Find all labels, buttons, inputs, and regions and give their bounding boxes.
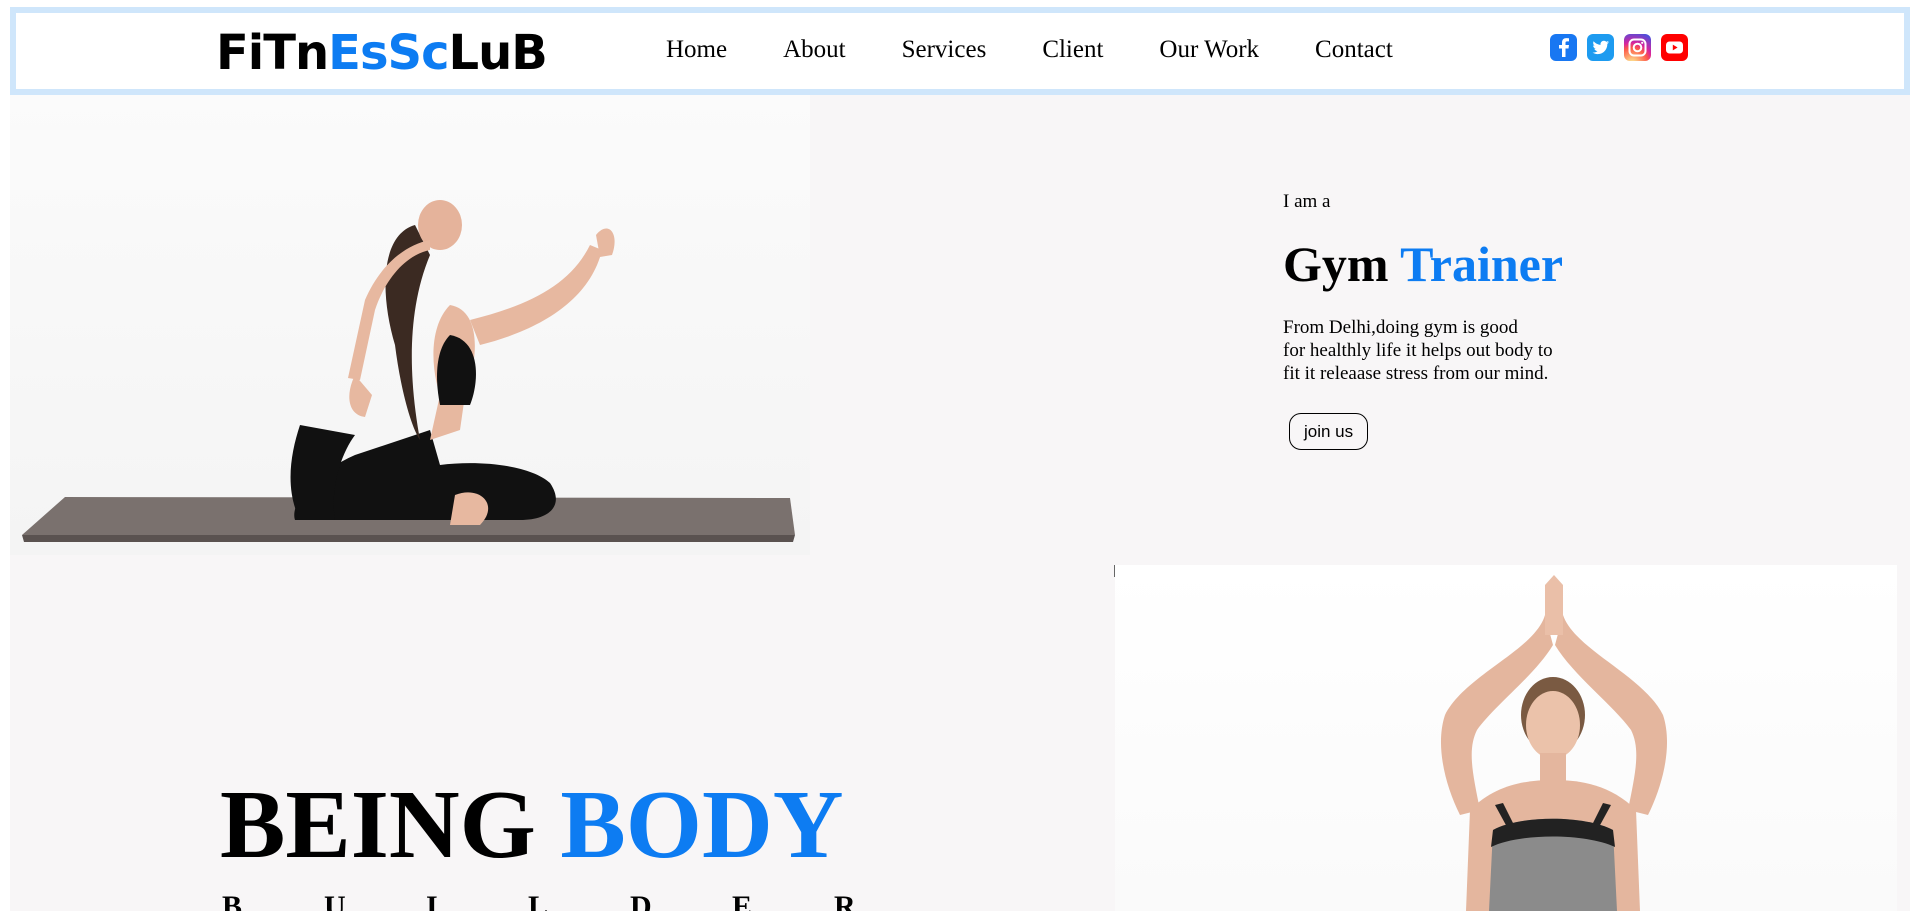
twitter-icon[interactable] bbox=[1587, 34, 1614, 61]
builder-letter: B bbox=[222, 890, 243, 911]
builder-letter: L bbox=[528, 890, 549, 911]
intro-kicker: I am a bbox=[1283, 191, 1331, 212]
logo-part-2: EsSc bbox=[328, 25, 449, 81]
youtube-icon[interactable] bbox=[1661, 34, 1688, 61]
intro-description: From Delhi,doing gym is good for healthl… bbox=[1283, 316, 1593, 385]
intro-desc-line-2: for healthly life it helps out body to bbox=[1283, 340, 1553, 361]
instagram-icon[interactable] bbox=[1624, 34, 1651, 61]
being-word: BEING bbox=[220, 771, 536, 879]
intro-title-trainer: Trainer bbox=[1400, 236, 1564, 292]
builder-letter: I bbox=[426, 890, 438, 911]
nav-contact[interactable]: Contact bbox=[1315, 35, 1393, 65]
nav-services[interactable]: Services bbox=[902, 35, 987, 65]
nav-about[interactable]: About bbox=[783, 35, 846, 65]
body-word: BODY bbox=[560, 771, 844, 879]
builder-letters: B U I L D E R bbox=[222, 890, 936, 911]
nav-our-work[interactable]: Our Work bbox=[1159, 35, 1259, 65]
builder-letter: D bbox=[630, 890, 652, 911]
being-body-heading: BEING BODY bbox=[220, 775, 844, 875]
site-header: FiTnEsScLuB Home About Services Client O… bbox=[10, 7, 1910, 95]
builder-letter: E bbox=[732, 890, 753, 911]
intro-desc-line-3: fit it releaase stress from our mind. bbox=[1283, 363, 1549, 384]
intro-title: Gym Trainer bbox=[1283, 236, 1683, 292]
social-links bbox=[1550, 34, 1688, 61]
logo-part-1: FiTn bbox=[216, 25, 329, 81]
yoga-photo-mat bbox=[10, 95, 810, 555]
builder-letter: R bbox=[834, 890, 856, 911]
builder-letter: U bbox=[324, 890, 346, 911]
intro-title-gym: Gym bbox=[1283, 236, 1389, 292]
logo-part-3: LuB bbox=[448, 25, 548, 81]
intro-section: I am a Gym Trainer From Delhi,doing gym … bbox=[1283, 190, 1683, 450]
site-logo[interactable]: FiTnEsScLuB bbox=[216, 25, 548, 81]
nav-home[interactable]: Home bbox=[666, 35, 727, 65]
join-us-button[interactable]: join us bbox=[1289, 413, 1369, 450]
main-nav: Home About Services Client Our Work Cont… bbox=[666, 35, 1393, 65]
facebook-icon[interactable] bbox=[1550, 34, 1577, 61]
yoga-photo-prayer bbox=[1115, 565, 1897, 911]
intro-desc-line-1: From Delhi,doing gym is good bbox=[1283, 317, 1518, 338]
page: FiTnEsScLuB Home About Services Client O… bbox=[0, 0, 1920, 911]
nav-client[interactable]: Client bbox=[1042, 35, 1103, 65]
